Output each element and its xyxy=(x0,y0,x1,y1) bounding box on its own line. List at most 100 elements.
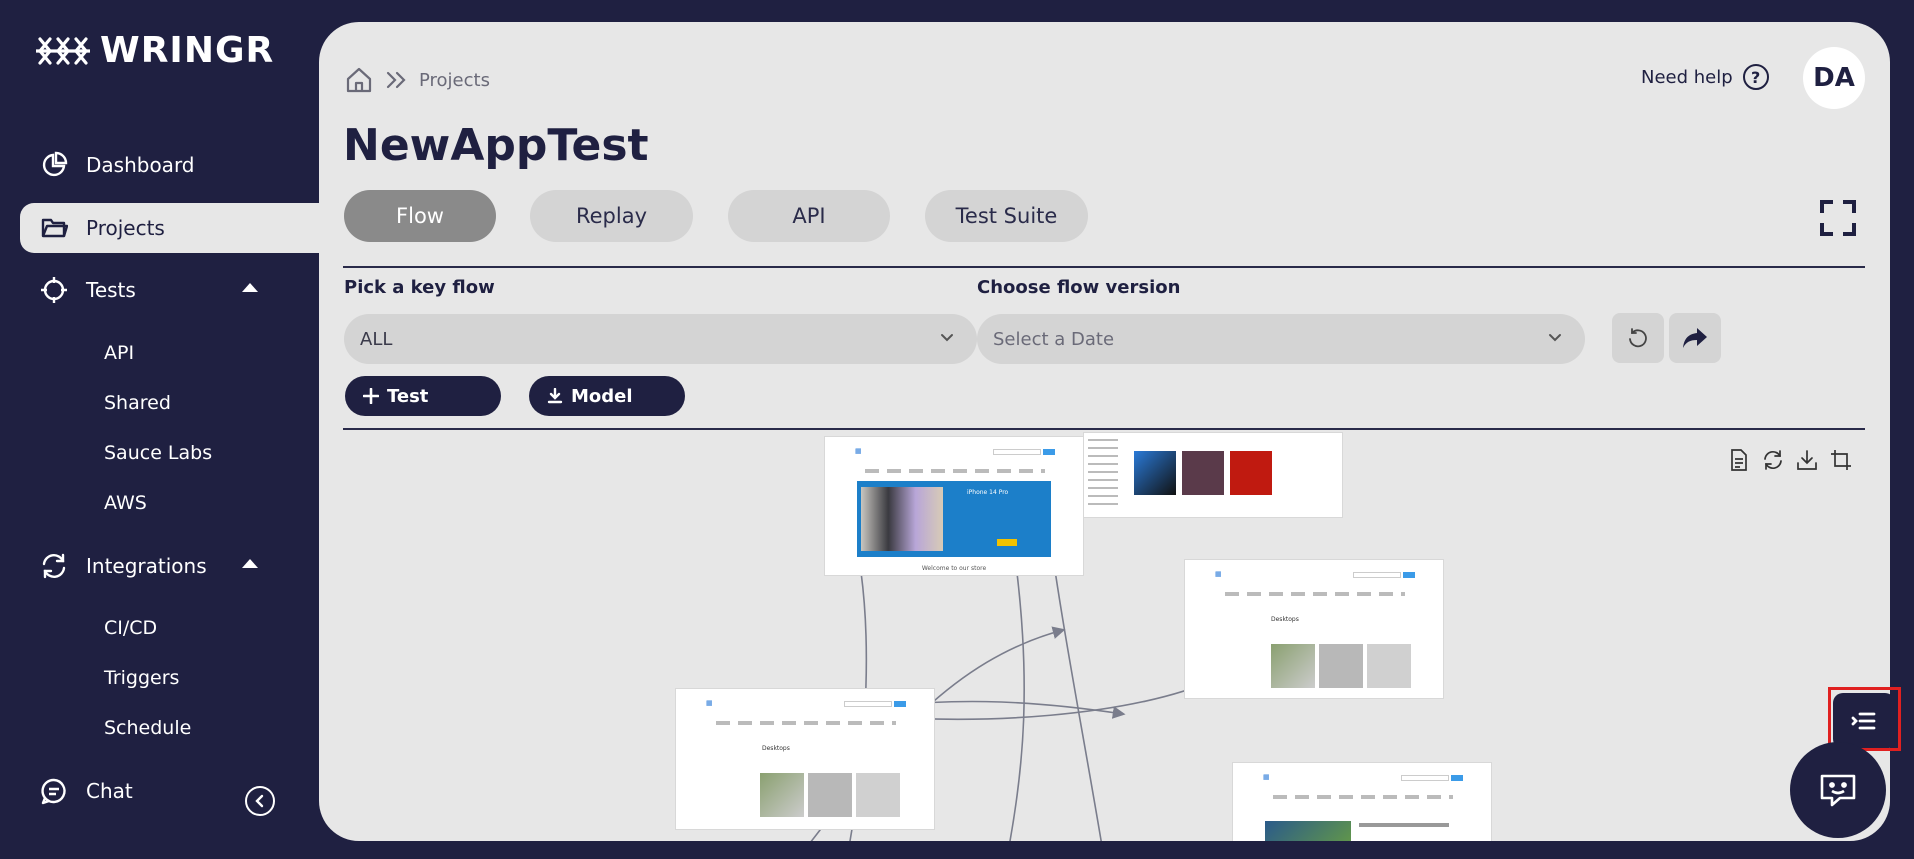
refresh-icon[interactable] xyxy=(1761,448,1785,472)
sidebar: WRINGR Dashboard Projects Tests API Shar… xyxy=(0,0,320,859)
download-model-label: Model xyxy=(571,385,633,407)
search-button xyxy=(1451,775,1463,781)
tab-test-suite[interactable]: Test Suite xyxy=(925,190,1088,242)
share-button[interactable] xyxy=(1669,313,1721,363)
rotate-ccw-icon xyxy=(1629,328,1647,348)
flow-node-screenshot[interactable]: ▦ xyxy=(1232,762,1492,841)
page-title: NewAppTest xyxy=(343,120,649,171)
product-image xyxy=(1265,821,1351,841)
product-image xyxy=(1367,644,1411,688)
banner-title: iPhone 14 Pro xyxy=(967,489,1009,496)
download-icon xyxy=(547,388,563,404)
chevron-left-icon xyxy=(255,794,264,808)
search-button xyxy=(1043,449,1055,455)
sidebar-item-dashboard[interactable]: Dashboard xyxy=(20,140,320,190)
product-image xyxy=(808,773,852,817)
sidebar-subitem-shared[interactable]: Shared xyxy=(104,388,171,418)
add-test-label: Test xyxy=(387,385,429,407)
product-title-strip xyxy=(1359,823,1449,827)
flow-edge xyxy=(1005,530,1025,841)
rotate-icon[interactable] xyxy=(1863,448,1865,472)
chevron-down-icon xyxy=(1549,334,1561,342)
flow-version-label: Choose flow version xyxy=(977,277,1181,298)
sidebar-item-integrations[interactable]: Integrations xyxy=(20,541,320,591)
home-icon[interactable] xyxy=(345,66,373,94)
fullscreen-icon[interactable] xyxy=(1819,199,1857,237)
sidebar-item-label: Tests xyxy=(86,278,136,302)
chat-bubble-icon xyxy=(41,778,66,805)
app-name: WRINGR xyxy=(100,30,275,71)
search-field xyxy=(993,449,1041,455)
help-link[interactable]: Need help ? xyxy=(1641,64,1769,90)
sidebar-subitem-schedule[interactable]: Schedule xyxy=(104,713,191,743)
breadcrumb: Projects xyxy=(345,66,490,94)
product-image xyxy=(1230,451,1272,495)
sidebar-item-label: Integrations xyxy=(86,554,207,578)
crop-icon[interactable] xyxy=(1829,448,1853,472)
double-chevron-right-icon xyxy=(386,71,406,89)
caret-up-icon[interactable] xyxy=(242,559,258,568)
search-button xyxy=(894,701,906,707)
chevron-down-icon xyxy=(941,334,953,342)
shop-logo-icon: ▦ xyxy=(1215,570,1222,578)
avatar[interactable]: DA xyxy=(1803,47,1865,109)
add-test-button[interactable]: Test xyxy=(345,376,501,416)
document-icon[interactable] xyxy=(1727,448,1751,472)
search-field xyxy=(1401,775,1449,781)
sidebar-item-projects[interactable]: Projects xyxy=(20,203,320,253)
sidebar-subitem-api[interactable]: API xyxy=(104,338,134,368)
sidebar-item-chat[interactable]: Chat xyxy=(20,766,320,816)
sidebar-subitem-triggers[interactable]: Triggers xyxy=(104,663,179,693)
sidebar-item-label: Chat xyxy=(86,779,133,803)
sidebar-item-label: Projects xyxy=(86,216,165,240)
key-flow-select[interactable]: ALL xyxy=(344,314,977,364)
key-flow-label: Pick a key flow xyxy=(344,277,495,298)
refresh-icon xyxy=(42,553,66,579)
help-label: Need help xyxy=(1641,66,1733,88)
shop-logo-icon: ▦ xyxy=(855,447,862,455)
sidebar-subitem-aws[interactable]: AWS xyxy=(104,488,147,518)
sidebar-item-tests[interactable]: Tests xyxy=(20,265,320,315)
divider xyxy=(343,266,1865,268)
product-image xyxy=(1182,451,1224,495)
product-image xyxy=(1319,644,1363,688)
flow-node-screenshot[interactable]: ▦ Desktops xyxy=(675,688,935,830)
download-icon[interactable] xyxy=(1795,448,1819,472)
product-image xyxy=(856,773,900,817)
menu-strip xyxy=(1225,592,1405,596)
breadcrumb-current[interactable]: Projects xyxy=(419,70,490,91)
menu-strip xyxy=(865,469,1045,473)
tab-flow[interactable]: Flow xyxy=(344,190,496,242)
node-caption: Welcome to our store xyxy=(921,565,987,572)
banner-cta xyxy=(997,539,1017,546)
divider xyxy=(343,428,1865,430)
phone-image xyxy=(861,487,943,551)
canvas-toolbar xyxy=(1727,448,1865,472)
download-model-button[interactable]: Model xyxy=(529,376,685,416)
flow-version-select[interactable]: Select a Date xyxy=(977,314,1585,364)
category-list xyxy=(1088,439,1118,509)
folder-icon xyxy=(41,218,68,238)
menu-strip xyxy=(1273,795,1453,799)
flow-node-screenshot[interactable]: ▦ Desktops xyxy=(1184,559,1444,699)
flow-node-screenshot[interactable] xyxy=(1083,432,1343,518)
chatbot-button[interactable] xyxy=(1790,742,1886,838)
main-panel: Projects Need help ? DA NewAppTest Flow … xyxy=(319,22,1890,841)
collapse-sidebar-button[interactable] xyxy=(245,786,275,816)
sidebar-subitem-cicd[interactable]: CI/CD xyxy=(104,613,157,643)
tab-api[interactable]: API xyxy=(728,190,890,242)
sidebar-subitem-sauce-labs[interactable]: Sauce Labs xyxy=(104,438,212,468)
plus-icon xyxy=(363,388,379,404)
node-heading: Desktops xyxy=(762,745,790,752)
flow-node-screenshot[interactable]: ▦ iPhone 14 Pro Welcome to our store xyxy=(824,436,1084,576)
hero-banner: iPhone 14 Pro xyxy=(857,481,1051,557)
caret-up-icon[interactable] xyxy=(242,283,258,292)
crosshair-icon xyxy=(41,277,67,303)
reset-button[interactable] xyxy=(1612,313,1664,363)
search-button xyxy=(1403,572,1415,578)
app-logo[interactable]: WRINGR xyxy=(36,30,274,71)
flow-canvas[interactable]: ▦ iPhone 14 Pro Welcome to our store ▦ D xyxy=(343,432,1865,841)
search-field xyxy=(844,701,892,707)
product-image xyxy=(1271,644,1315,688)
tab-replay[interactable]: Replay xyxy=(530,190,693,242)
